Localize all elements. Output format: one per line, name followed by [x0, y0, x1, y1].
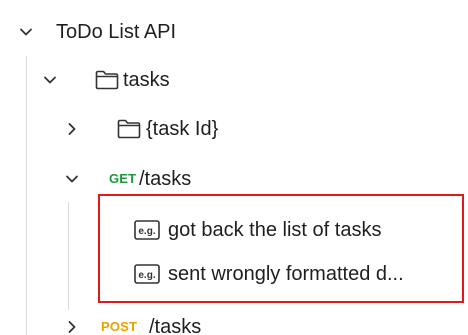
request-path: /tasks — [139, 168, 192, 190]
folder-tasks-row[interactable]: tasks — [0, 56, 468, 104]
chevron-down-icon[interactable] — [64, 171, 80, 187]
collection-label: ToDo List API — [56, 21, 177, 43]
chevron-right-icon[interactable] — [64, 121, 80, 137]
chevron-down-icon[interactable] — [18, 24, 34, 40]
folder-label: {task Id} — [146, 118, 219, 140]
folder-label: tasks — [123, 69, 170, 91]
method-badge-get: GET — [109, 171, 137, 186]
request-path: /tasks — [149, 316, 202, 335]
folder-task-id-row[interactable]: {task Id} — [0, 105, 468, 153]
highlight-box — [98, 194, 464, 303]
chevron-down-icon[interactable] — [42, 72, 58, 88]
method-badge-post: POST — [101, 319, 138, 334]
request-post-row[interactable]: POST /tasks — [0, 303, 468, 335]
collection-row[interactable]: ToDo List API — [0, 8, 468, 56]
chevron-right-icon[interactable] — [64, 319, 80, 335]
folder-icon — [95, 70, 119, 90]
folder-icon — [117, 119, 141, 139]
